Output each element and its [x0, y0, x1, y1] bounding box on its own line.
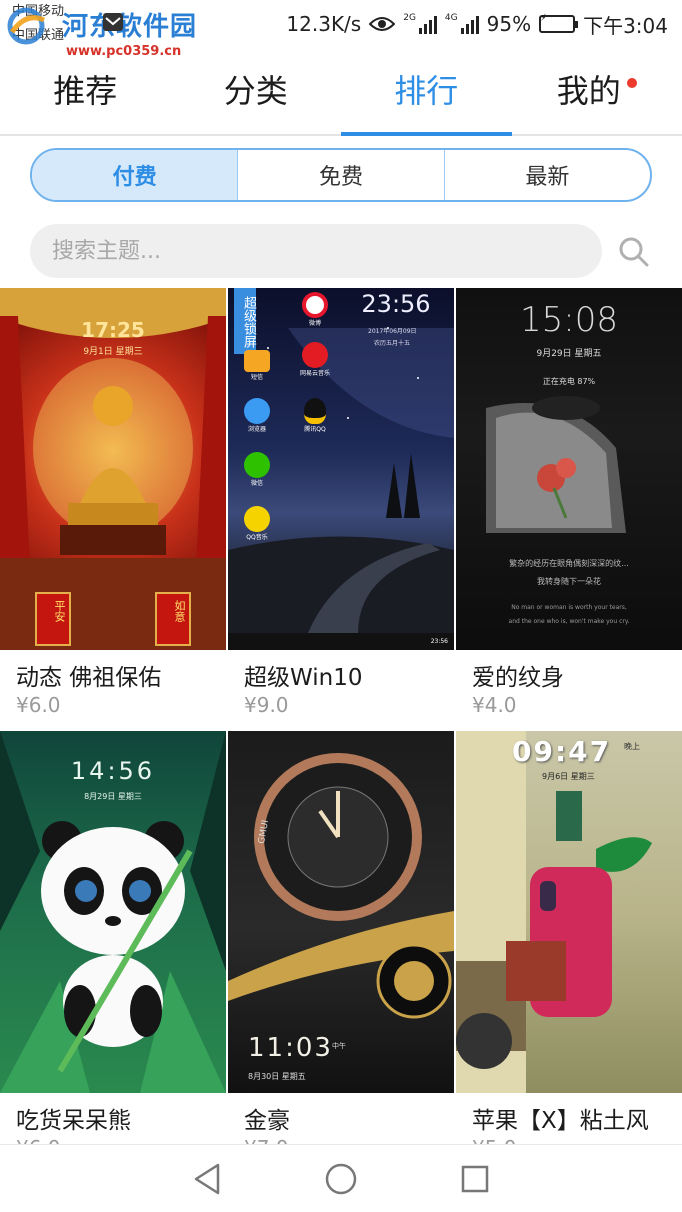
app-wechat[interactable]: 微信 [242, 452, 272, 487]
theme-clock: 17:25 [81, 318, 145, 342]
theme-thumbnail[interactable]: 15:08 9月29日 星期五 正在充电 87% 繁杂的经历在眼角偶刻深深的纹.… [456, 288, 682, 650]
home-circle-icon [325, 1163, 357, 1194]
qq-icon [304, 398, 326, 424]
wechat-icon [244, 452, 270, 478]
theme-thumbnail[interactable]: 14:56 8月29日 星期三 [0, 731, 226, 1093]
battery-percent: 95% [486, 12, 532, 36]
tab-recommend[interactable]: 推荐 [0, 56, 171, 134]
theme-card-win10[interactable]: 超级锁屏 23:56 2017年06月09日 农历五月十五 微博 网易云音乐 短… [228, 288, 454, 717]
recents-square-icon [461, 1165, 489, 1192]
theme-clock: 15:08 [520, 300, 618, 340]
theme-price: ¥9.0 [244, 693, 289, 717]
theme-title: 超级Win10 [244, 665, 363, 691]
super-lock-ribbon: 超级锁屏 [234, 288, 256, 354]
theme-price: ¥4.0 [472, 693, 517, 717]
theme-date: 9月6日 星期三 [542, 772, 595, 781]
theme-thumbnail[interactable]: 09:47 晚上 9月6日 星期三 [456, 731, 682, 1093]
app-browser[interactable]: 浏览器 [242, 398, 272, 433]
system-nav-bar [0, 1144, 682, 1212]
segment-latest[interactable]: 最新 [445, 150, 650, 200]
search-bar [30, 224, 602, 278]
clock-ampm: 晚上 [624, 742, 640, 751]
quote-cn-1: 繁杂的经历在眼角偶刻深深的纹... [509, 559, 629, 568]
qqmusic-icon [244, 506, 270, 532]
top-tabs: 推荐 分类 排行 我的 [0, 56, 682, 136]
sms-icon [244, 350, 270, 372]
theme-clock: 14:56 [70, 757, 156, 785]
tab-mine[interactable]: 我的 [512, 56, 682, 134]
theme-title: 爱的纹身 [472, 665, 564, 691]
clay-artwork [456, 731, 652, 1093]
theme-card-panda[interactable]: 14:56 8月29日 星期三 吃货呆呆熊 ¥6.0 [0, 731, 226, 1160]
notification-dot [626, 78, 637, 88]
theme-clock: 11:03 [248, 1033, 333, 1063]
theme-title: 吃货呆呆熊 [16, 1108, 131, 1134]
search-icon[interactable] [616, 234, 652, 270]
theme-thumbnail[interactable]: GMUI 11:03 中午 8月30日 星期五 [228, 731, 454, 1093]
buddha-artwork [0, 288, 226, 650]
recents-button[interactable] [453, 1157, 497, 1201]
app-weibo[interactable]: 微博 [300, 292, 330, 327]
eye-icon [369, 17, 396, 31]
app-sms[interactable]: 短信 [242, 350, 272, 381]
status-indicators: 12.3K/s 2G 4G 95% 下午3:04 [286, 8, 668, 40]
theme-title: 苹果【X】粘土风 [472, 1108, 649, 1134]
signal-icon-sim2: 4G [445, 14, 479, 34]
segment-paid[interactable]: 付费 [32, 150, 239, 200]
net-speed: 12.3K/s [286, 12, 362, 36]
theme-date: 9月1日 星期三 [83, 347, 143, 357]
theme-date: 9月29日 星期五 [536, 349, 602, 359]
charging-status: 正在充电 87% [542, 377, 596, 386]
quote-en-1: No man or woman is worth your tears, [511, 604, 627, 611]
theme-thumbnail[interactable]: 超级锁屏 23:56 2017年06月09日 农历五月十五 微博 网易云音乐 短… [228, 288, 454, 650]
theme-title: 金豪 [244, 1108, 290, 1134]
back-triangle-icon [194, 1163, 220, 1194]
signal-icon-sim1: 2G [403, 14, 437, 34]
message-notification-icon [103, 13, 123, 31]
clock: 下午3:04 [583, 13, 668, 38]
tab-category[interactable]: 分类 [171, 56, 342, 134]
panda-artwork [0, 731, 226, 1093]
theme-clock: 09:47 [512, 735, 612, 768]
quote-cn-2: 我转身随下一朵花 [537, 577, 601, 586]
theme-card-gold[interactable]: GMUI 11:03 中午 8月30日 星期五 金豪 ¥7.0 [228, 731, 454, 1160]
battery-icon [539, 15, 579, 33]
couplet-right: 如意 [173, 600, 186, 622]
home-button[interactable] [319, 1157, 363, 1201]
theme-clock: 23:56 [361, 290, 431, 318]
quote-en-2: and the one who is, won't make you cry. [508, 618, 630, 625]
browser-icon [244, 398, 270, 424]
couplet-left: 平安 [53, 600, 66, 622]
watermark-text: 河东软件园 [62, 12, 198, 42]
music-icon [302, 342, 328, 368]
back-button[interactable] [185, 1157, 229, 1201]
weibo-icon [302, 292, 328, 318]
clock-ampm: 中午 [332, 1042, 346, 1050]
app-qq[interactable]: 腾讯QQ [292, 398, 338, 433]
watermark-logo-icon [7, 7, 46, 45]
theme-lunar: 农历五月十五 [374, 340, 411, 347]
theme-date: 8月29日 星期三 [84, 792, 142, 801]
taskbar-clock: 23:56 [430, 638, 448, 645]
theme-title: 动态 佛祖保佑 [16, 665, 162, 691]
theme-thumbnail[interactable]: 17:25 9月1日 星期三 平安 如意 [0, 288, 226, 650]
tattoo-artwork [486, 396, 626, 533]
theme-date: 2017年06月09日 [368, 328, 417, 335]
app-netease[interactable]: 网易云音乐 [292, 342, 338, 377]
theme-price: ¥6.0 [16, 693, 61, 717]
theme-date: 8月30日 星期五 [248, 1072, 306, 1081]
search-input[interactable] [52, 238, 602, 264]
theme-card-clay[interactable]: 09:47 晚上 9月6日 星期三 苹果【X】粘土风 ¥5.0 [456, 731, 682, 1160]
theme-card-tattoo[interactable]: 15:08 9月29日 星期五 正在充电 87% 繁杂的经历在眼角偶刻深深的纹.… [456, 288, 682, 717]
theme-card-buddha[interactable]: 17:25 9月1日 星期三 平安 如意 动态 佛祖保佑 ¥6.0 [0, 288, 226, 717]
app-qqmusic[interactable]: QQ音乐 [242, 506, 272, 541]
segment-free[interactable]: 免费 [238, 150, 445, 200]
status-bar: 中国移动 中国联通 河东软件园 www.pc0359.cn 12.3K/s 2G… [0, 0, 682, 59]
tab-ranking[interactable]: 排行 [341, 56, 512, 136]
price-filter-segmented: 付费 免费 最新 [30, 148, 652, 202]
